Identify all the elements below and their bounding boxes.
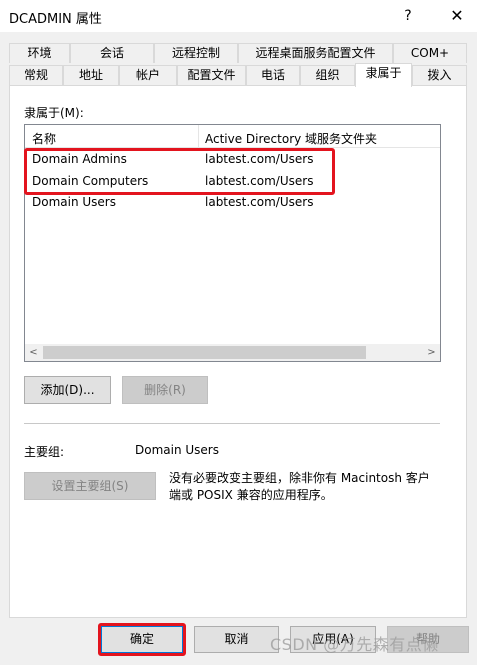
group-folder: labtest.com/Users (205, 152, 314, 166)
watermark: CSDN @万先森有点懒 (270, 635, 439, 654)
tab-dial-in[interactable]: 拨入 (412, 65, 467, 85)
group-folder: labtest.com/Users (205, 174, 314, 188)
tab-general[interactable]: 常规 (9, 65, 63, 85)
cancel-button[interactable]: 取消 (194, 626, 279, 653)
group-name: Domain Users (32, 195, 116, 209)
add-button[interactable]: 添加(D)... (24, 376, 111, 404)
divider (24, 423, 440, 424)
tab-com-plus[interactable]: COM+ (393, 43, 467, 63)
tab-telephones[interactable]: 电话 (246, 65, 300, 85)
column-separator[interactable] (198, 125, 199, 147)
close-icon[interactable]: ✕ (437, 0, 477, 32)
member-of-label: 隶属于(M): (24, 106, 84, 120)
tab-remote-control[interactable]: 远程控制 (154, 43, 238, 63)
tab-member-of[interactable]: 隶属于 (355, 63, 412, 87)
primary-group-description: 没有必要改变主要组，除非你有 Macintosh 客户端或 POSIX 兼容的应… (169, 471, 430, 502)
column-header-folder[interactable]: Active Directory 域服务文件夹 (205, 130, 377, 147)
scroll-left-icon[interactable]: < (25, 344, 42, 361)
column-header-name[interactable]: 名称 (32, 130, 56, 147)
list-item[interactable]: Domain Users labtest.com/Users (25, 192, 440, 213)
tab-rds-profile[interactable]: 远程桌面服务配置文件 (238, 43, 393, 63)
window-title: DCADMIN 属性 (9, 12, 102, 27)
tab-environment[interactable]: 环境 (9, 43, 70, 63)
primary-group-label: 主要组: (24, 445, 65, 459)
list-item[interactable]: Domain Admins labtest.com/Users (25, 149, 440, 170)
tab-sessions[interactable]: 会话 (70, 43, 154, 63)
member-of-list[interactable]: 名称 Active Directory 域服务文件夹 Domain Admins… (24, 124, 441, 362)
scroll-thumb[interactable] (43, 346, 366, 359)
tab-profile[interactable]: 配置文件 (177, 65, 246, 85)
scroll-right-icon[interactable]: > (423, 344, 440, 361)
ok-button[interactable]: 确定 (101, 626, 183, 653)
title-bar: DCADMIN 属性 ? ✕ (0, 0, 477, 32)
group-name: Domain Computers (32, 174, 149, 188)
horizontal-scrollbar[interactable]: < > (25, 344, 440, 361)
group-folder: labtest.com/Users (205, 195, 314, 209)
list-item[interactable]: Domain Computers labtest.com/Users (25, 171, 440, 192)
set-primary-group-button[interactable]: 设置主要组(S) (24, 472, 156, 500)
remove-button[interactable]: 删除(R) (122, 376, 208, 404)
tab-account[interactable]: 帐户 (119, 65, 177, 85)
primary-group-value: Domain Users (135, 443, 219, 457)
help-icon[interactable]: ? (393, 0, 423, 32)
tab-address[interactable]: 地址 (63, 65, 119, 85)
list-header: 名称 Active Directory 域服务文件夹 (25, 125, 440, 148)
tab-organization[interactable]: 组织 (300, 65, 355, 85)
group-name: Domain Admins (32, 152, 127, 166)
